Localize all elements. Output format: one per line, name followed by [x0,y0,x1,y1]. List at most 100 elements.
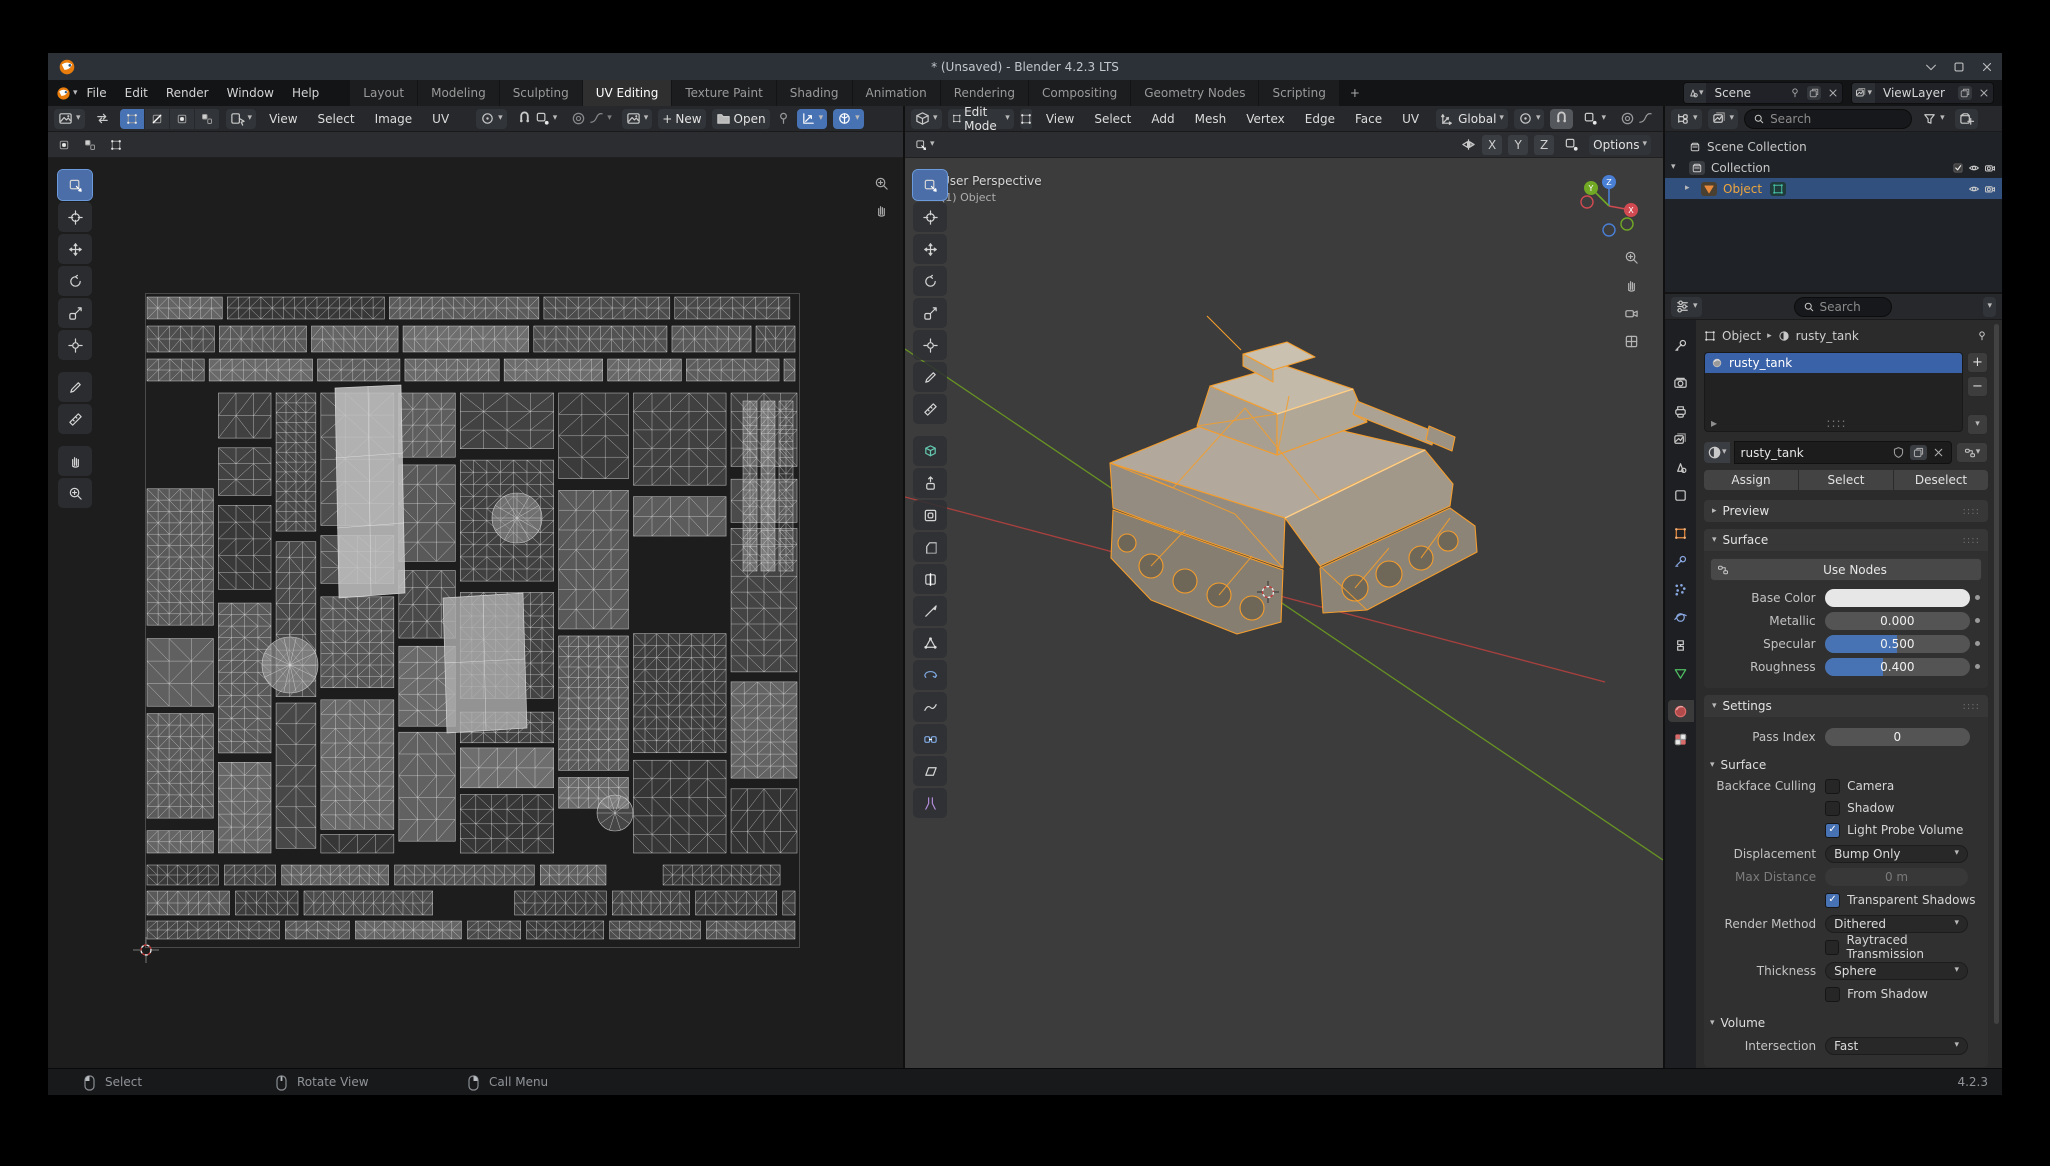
fake-user-icon[interactable] [1892,446,1905,459]
menu-edit[interactable]: Edit [116,86,157,100]
checkbox[interactable] [1825,801,1840,816]
zoom-icon[interactable] [874,176,889,191]
menu-window[interactable]: Window [218,86,283,100]
new-viewlayer-icon[interactable] [1958,86,1972,100]
new-collection-button[interactable] [1955,109,1978,129]
viewport-tool-annot[interactable] [913,362,947,392]
workspace-tab-layout[interactable]: Layout [350,80,417,106]
viewport-tool-slide[interactable] [913,724,947,754]
pan-icon[interactable] [874,203,889,218]
properties-tab-world[interactable] [1668,484,1694,506]
viewport-tool-inset[interactable] [913,500,947,530]
viewport-tool-cubeadd[interactable] [913,436,947,466]
surface-panel-header[interactable]: ▾Surface:::: [1704,529,1988,551]
breadcrumb-object[interactable]: Object [1722,329,1761,343]
options-dropdown[interactable]: Options▾ [1589,135,1651,155]
properties-tab-particles[interactable] [1668,578,1694,600]
uv-canvas[interactable] [48,158,903,1069]
viewport-tool-smooth[interactable] [913,692,947,722]
uv-image-browse-button[interactable]: ▾ [622,109,653,129]
uv-open-image-button[interactable]: Open [712,109,770,129]
base-color-swatch[interactable] [1825,589,1970,607]
vp-menu-vertex[interactable]: Vertex [1239,112,1292,126]
pin-icon[interactable] [1789,87,1801,99]
workspace-tab-scripting[interactable]: Scripting [1259,80,1338,106]
select-mode-vertex[interactable] [1020,109,1032,129]
preview-panel-header[interactable]: ▸Preview:::: [1704,500,1988,522]
new-scene-icon[interactable] [1807,86,1821,100]
maximize-icon[interactable] [1952,60,1966,74]
properties-tab-constraint[interactable] [1668,634,1694,656]
blender-menu-button[interactable]: ▾ [56,86,78,101]
viewport-editor-type-button[interactable]: ▾ [911,109,942,129]
uv-proportional-button[interactable]: ▾ [567,109,616,129]
displacement-dropdown[interactable]: Bump Only▾ [1825,845,1968,863]
uv-display-mode-button[interactable]: ▾ [833,109,864,129]
select-button[interactable]: Select [1799,470,1893,490]
intersection-dropdown[interactable]: Fast▾ [1825,1037,1968,1055]
uv-tool-hand[interactable] [58,446,92,476]
animate-decorator[interactable] [1970,595,1984,600]
properties-search[interactable]: Search [1794,297,1892,317]
uv-menu-select[interactable]: Select [311,112,362,126]
unlink-material-icon[interactable] [1932,446,1945,459]
uv-tool-annot[interactable] [58,372,92,402]
uv-menu-uv[interactable]: UV [425,112,456,126]
viewport-tool-cursor[interactable] [913,202,947,232]
uv-select-edge[interactable] [145,109,169,129]
mirror-y-toggle[interactable]: Y [1508,135,1528,155]
chevron-down-icon[interactable]: ▾ [1671,163,1685,172]
transform-orientation[interactable]: Global▾ [1436,109,1508,129]
uv-tool-rotate[interactable] [58,266,92,296]
uv-tool-option-2[interactable] [80,135,100,155]
viewport-tool-knife[interactable] [913,596,947,626]
vp-menu-face[interactable]: Face [1348,112,1389,126]
hide-viewport-icon[interactable] [1968,183,1980,195]
material-slot-list[interactable]: rusty_tank ▸ :::: [1704,352,1963,432]
vp-menu-mesh[interactable]: Mesh [1188,112,1234,126]
settings-panel-header[interactable]: ▾Settings:::: [1704,695,1988,717]
add-slot-button[interactable]: + [1967,352,1988,373]
uv-pivot-button[interactable]: ▾ [476,109,507,129]
uv-tool-option-3[interactable] [106,135,126,155]
remove-viewlayer-icon[interactable] [1978,87,1990,99]
vp-menu-select[interactable]: Select [1087,112,1138,126]
viewport-canvas[interactable]: User Perspective (1) Object Z X Y [905,158,1663,1069]
disable-render-icon[interactable] [1984,183,1996,195]
uv-sync-toggle[interactable] [91,109,114,129]
uv-tool-measure[interactable] [58,404,92,434]
uv-tool-option-1[interactable] [54,135,74,155]
navigation-gizmo[interactable]: Z X Y [1573,170,1645,242]
uv-tool-scale[interactable] [58,298,92,328]
uv-tool-selbox[interactable] [58,170,92,200]
viewlayer-selector[interactable]: ▾ ViewLayer [1851,82,1994,104]
camera-view-icon[interactable] [1624,306,1639,321]
uv-select-face[interactable] [170,109,194,129]
uv-display-channels-button[interactable]: ▾ [797,109,828,129]
proportional-edit-button[interactable] [1616,109,1657,129]
thickness-dropdown[interactable]: Sphere▾ [1825,962,1968,980]
uv-tool-move[interactable] [58,234,92,264]
animate-decorator[interactable] [1970,618,1984,623]
settings-volume-header[interactable]: ▾Volume [1710,1013,1982,1033]
snap-toggle[interactable] [1550,109,1573,129]
vp-menu-edge[interactable]: Edge [1298,112,1342,126]
outliner-display-mode[interactable]: ▾ [1708,109,1739,129]
mirror-x-toggle[interactable]: X [1482,135,1502,155]
animate-decorator[interactable] [1970,664,1984,669]
menu-help[interactable]: Help [283,86,328,100]
properties-tab-physics[interactable] [1668,606,1694,628]
mirror-z-toggle[interactable]: Z [1534,135,1554,155]
uv-select-vertex[interactable] [120,109,144,129]
uv-tool-cursor[interactable] [58,202,92,232]
pass-index-field[interactable]: 0 [1825,728,1970,746]
chevron-right-icon[interactable]: ▸ [1685,184,1697,193]
use-nodes-button[interactable]: Use Nodes [1710,558,1982,581]
viewport-tool-transform[interactable] [913,330,947,360]
slot-specials-button[interactable]: ▾ [1967,414,1988,435]
menu-render[interactable]: Render [157,86,218,100]
outliner-row-object[interactable]: ▸ Object [1665,178,2002,199]
uv-snap-button[interactable]: ▾ [513,109,562,129]
menu-file[interactable]: File [78,86,116,100]
assign-button[interactable]: Assign [1704,470,1798,490]
